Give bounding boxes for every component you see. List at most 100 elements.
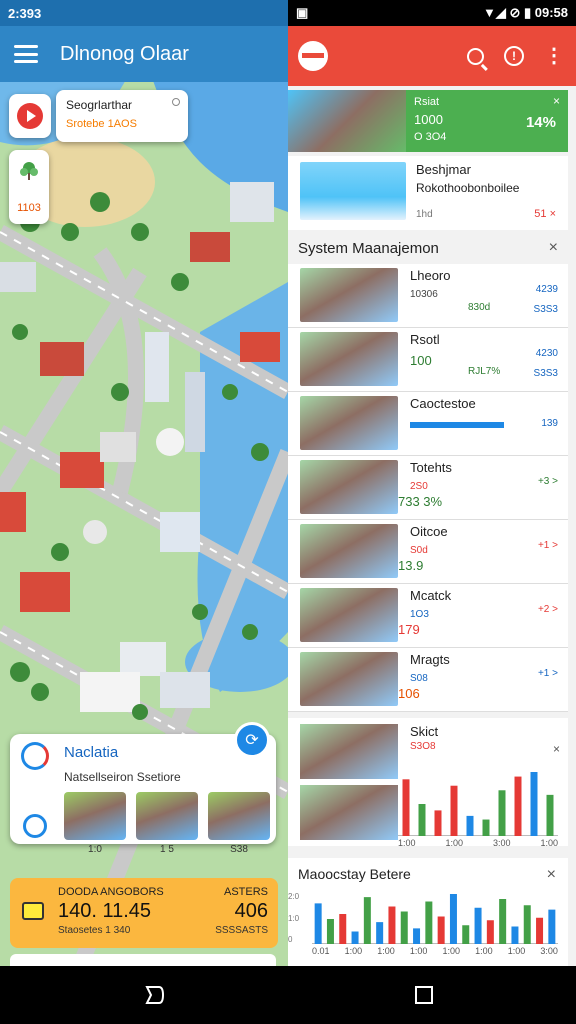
close-icon[interactable]: × bbox=[547, 866, 556, 884]
chart-bar bbox=[466, 815, 474, 836]
promo-banner[interactable]: DOODA ANGOBORS ASTERS 140. 11.45 406 Staos… bbox=[10, 878, 278, 948]
location-info-card[interactable]: Seogrlarthar Srotebe 1AOS bbox=[56, 90, 188, 142]
chart-bar bbox=[530, 772, 538, 836]
chart-bar bbox=[482, 819, 490, 836]
y-tick-label: 0 bbox=[288, 935, 293, 944]
list-item-image bbox=[300, 588, 398, 642]
next-card-peek bbox=[10, 954, 276, 966]
thumbnail[interactable]: S38 bbox=[208, 792, 270, 855]
location-subtitle: Srotebe 1AOS bbox=[66, 118, 137, 130]
close-icon[interactable]: × bbox=[549, 239, 558, 257]
x-tick-label: 1:00 bbox=[442, 946, 461, 956]
split-screen: 2:393 Dlnonog Olaar Seogrlarthar Srotebe… bbox=[0, 0, 576, 1024]
menu-icon[interactable] bbox=[14, 45, 38, 63]
list-item[interactable]: Lheoro 10306 830d 4239 S3S3 bbox=[288, 264, 568, 328]
list-item[interactable]: Oitcoe S0d 13.9 +1 > bbox=[288, 520, 568, 584]
promo-line2-right: 406 bbox=[234, 900, 268, 922]
district-thumbnails: 1:0 1 5 S38 bbox=[64, 792, 270, 855]
y-tick-label: 1:0 bbox=[288, 913, 300, 923]
chart-bar bbox=[351, 931, 359, 944]
x-tick-label: 3:00 bbox=[540, 946, 558, 956]
stats-image bbox=[300, 724, 398, 779]
district-subtitle: Natsellseiron Ssetiore bbox=[64, 770, 181, 784]
list-item-image bbox=[300, 268, 398, 322]
bottom-chart-card[interactable]: Maoocstay Betere × 2:0 1:0 0 0.01 1:00 1… bbox=[288, 858, 568, 966]
list-item-delta2: S3S3 bbox=[533, 304, 558, 315]
mini-chart-labels: 1:00 1:00 3:00 1:00 bbox=[398, 838, 558, 848]
alert-icon[interactable]: ! bbox=[504, 46, 524, 66]
park-card[interactable]: 1103 bbox=[9, 150, 49, 224]
close-icon[interactable]: × bbox=[553, 742, 560, 756]
list-item[interactable]: Mcatck 1O3 179 +2 > bbox=[288, 584, 568, 648]
mini-chart-label: 1:00 bbox=[540, 838, 558, 848]
chart-bar bbox=[511, 926, 519, 944]
status-time: 09:58 bbox=[534, 5, 568, 20]
list-item-name: Mcatck bbox=[410, 588, 452, 603]
district-card[interactable]: Naclatia Natsellseiron Ssetiore ⟳ 1:0 1 … bbox=[10, 722, 276, 855]
app-logo-icon[interactable] bbox=[298, 41, 328, 71]
location-title: Seogrlarthar bbox=[66, 98, 133, 112]
feature-tag: 1hd bbox=[416, 209, 433, 220]
list-item-value: S08 bbox=[410, 673, 428, 684]
promo-line1-left: DOODA ANGOBORS bbox=[58, 886, 164, 898]
refresh-icon[interactable] bbox=[23, 814, 47, 838]
feature-value: 51 × bbox=[534, 208, 556, 220]
promo-line3-left: Staosetes 1 340 bbox=[58, 925, 131, 936]
list-item-delta: 4239 bbox=[535, 284, 558, 295]
ship-image bbox=[300, 162, 406, 220]
navigation-button[interactable] bbox=[9, 94, 51, 138]
list-item-name: Lheoro bbox=[410, 268, 451, 283]
hero-percent: 14% bbox=[525, 114, 556, 131]
chart-y-axis: 2:0 1:0 0 bbox=[288, 892, 310, 944]
chart-bar bbox=[376, 922, 384, 944]
sync-button[interactable]: ⟳ bbox=[234, 722, 270, 758]
list-item-value: 2S0 bbox=[410, 481, 428, 492]
list-item-name: Rsotl bbox=[410, 332, 440, 347]
feature-title: Beshjmar bbox=[416, 162, 471, 177]
hero-subvalue: O 3O4 bbox=[414, 131, 447, 143]
list-item-name: Oitcoe bbox=[410, 524, 448, 539]
chart-bar bbox=[314, 903, 322, 944]
list-item-value2: 13.9 bbox=[398, 558, 424, 573]
stats-card[interactable]: Skict S3O8 × 1:00 1:00 3:00 1:00 bbox=[288, 718, 568, 848]
recents-icon[interactable] bbox=[415, 986, 433, 1004]
stats-subtitle: S3O8 bbox=[410, 741, 436, 752]
gallery-icon: ▣ bbox=[296, 5, 309, 20]
list-item-value: S0d bbox=[410, 545, 428, 556]
chart-bar bbox=[450, 785, 458, 836]
hero-banner[interactable]: Rsiat 1000 O 3O4 14% × bbox=[288, 90, 568, 152]
search-icon[interactable] bbox=[467, 47, 484, 65]
bar-chart bbox=[312, 894, 558, 944]
app-bar-left: Dlnonog Olaar bbox=[0, 26, 288, 82]
list-item[interactable]: Totehts 2S0 733 3% +3 > bbox=[288, 456, 568, 520]
list-item-image bbox=[300, 524, 398, 578]
list-item-delta: 4230 bbox=[535, 348, 558, 359]
more-options-icon[interactable]: ⋮ bbox=[544, 46, 564, 66]
close-icon[interactable]: × bbox=[553, 94, 560, 108]
chart-bar bbox=[437, 916, 445, 944]
hero-stats: Rsiat 1000 O 3O4 14% × bbox=[406, 90, 568, 152]
chart-title: Maoocstay Betere bbox=[298, 866, 411, 882]
chart-bar bbox=[523, 905, 531, 944]
chart-bar bbox=[536, 917, 544, 944]
list-item-value2: 106 bbox=[398, 686, 420, 701]
y-tick-label: 2:0 bbox=[288, 892, 300, 901]
hero-image bbox=[288, 90, 406, 152]
x-tick-label: 1:00 bbox=[377, 946, 395, 956]
app-title: Dlnonog Olaar bbox=[60, 42, 189, 65]
list-item[interactable]: Caoctestoe 139 bbox=[288, 392, 568, 456]
chart-bar bbox=[462, 925, 470, 944]
back-icon[interactable] bbox=[143, 983, 165, 1007]
thumbnail[interactable]: 1 5 bbox=[136, 792, 198, 855]
district-name: Naclatia bbox=[64, 744, 119, 761]
district-card-icons bbox=[20, 742, 50, 838]
x-tick-label: 0.01 bbox=[312, 946, 330, 956]
x-tick-label: 1:00 bbox=[344, 946, 363, 956]
chart-bar bbox=[499, 899, 507, 944]
list-item[interactable]: Mragts S08 106 +1 > bbox=[288, 648, 568, 712]
chart-bar bbox=[388, 906, 396, 944]
list-item[interactable]: Rsotl 100 RJL7% 4230 S3S3 bbox=[288, 328, 568, 392]
thumbnail[interactable]: 1:0 bbox=[64, 792, 126, 855]
feature-card[interactable]: Beshjmar Rokothoobonboilee 1hd 51 × bbox=[288, 156, 568, 230]
list-item-delta: +3 > bbox=[537, 476, 558, 487]
